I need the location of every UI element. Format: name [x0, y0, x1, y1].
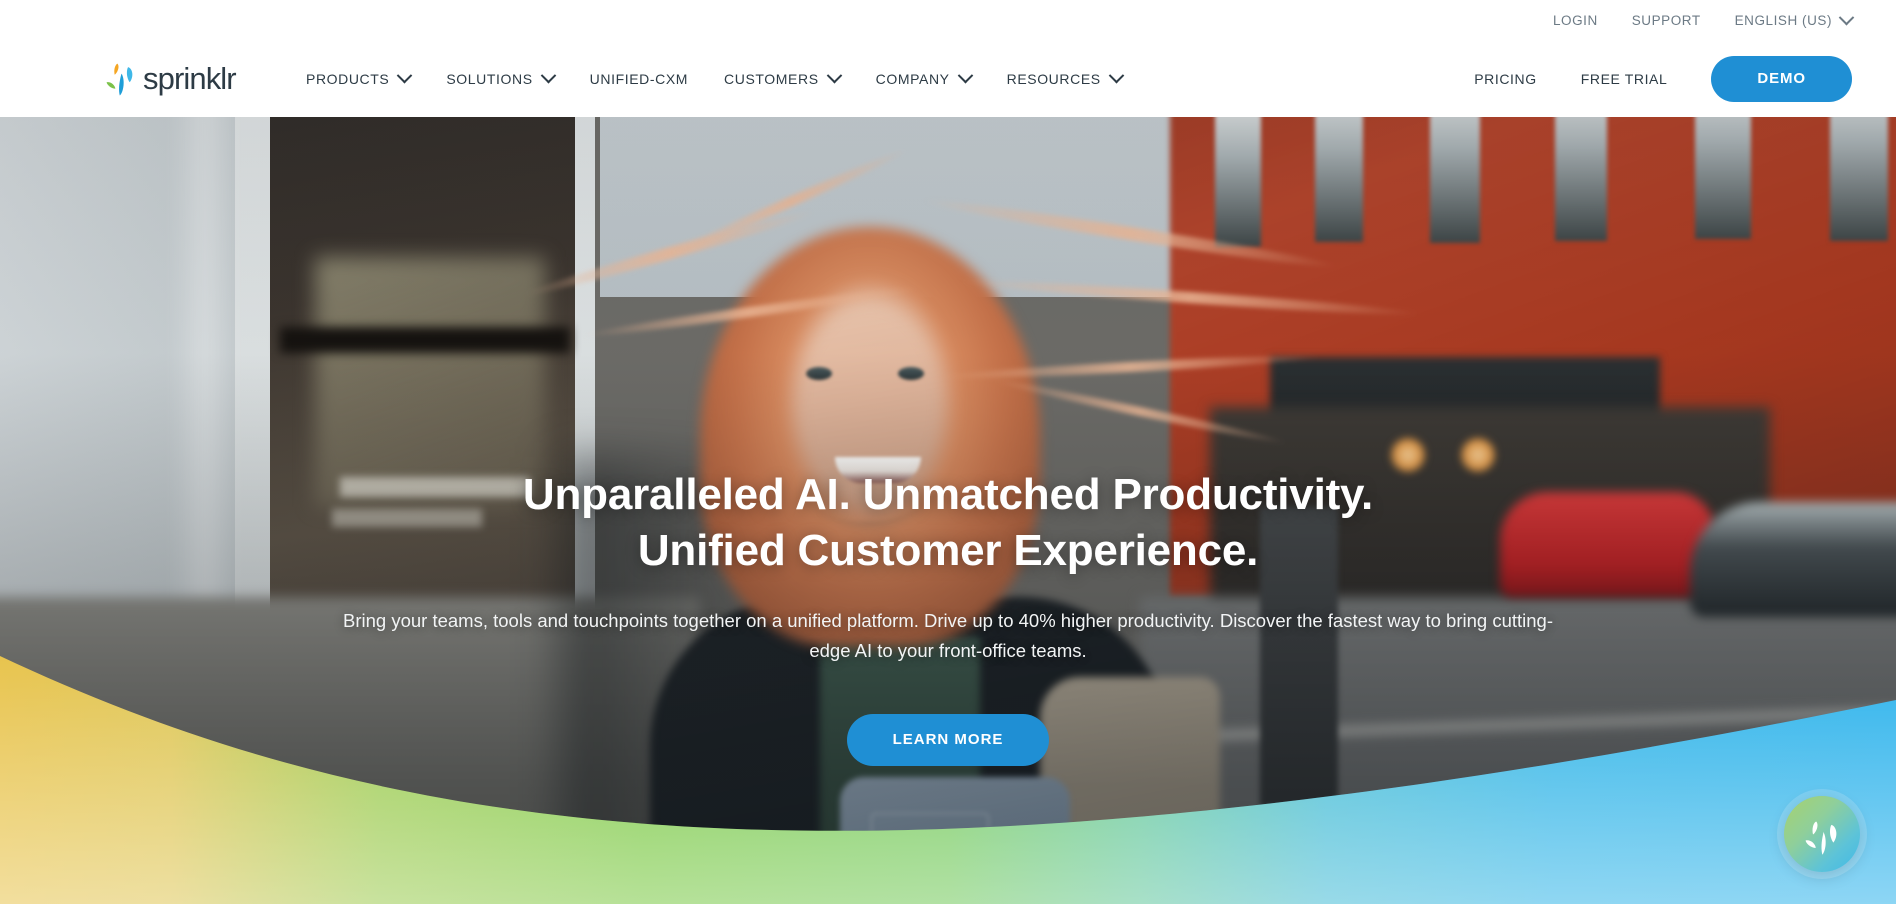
sprinklr-logo-wordmark: sprinklr	[143, 61, 237, 96]
chat-widget-button[interactable]	[1784, 796, 1860, 872]
hero-subtitle: Bring your teams, tools and touchpoints …	[343, 609, 1553, 661]
sprinklr-splash-logo-icon	[106, 63, 133, 95]
site-header: LOGIN SUPPORT ENGLISH (US) sprinklr PROD…	[0, 0, 1896, 117]
chevron-down-icon	[957, 67, 973, 84]
nav-item-label: SOLUTIONS	[446, 70, 533, 87]
pricing-link[interactable]: PRICING	[1452, 71, 1559, 87]
nav-item-company[interactable]: COMPANY	[858, 67, 989, 87]
hero-headline-line-2: Unified Customer Experience.	[637, 526, 1259, 576]
nav-item-label: RESOURCES	[1006, 70, 1101, 87]
primary-navigation: PRODUCTS SOLUTIONS UNIFIED-CXM CUSTOMERS…	[288, 67, 1140, 87]
nav-item-customers[interactable]: CUSTOMERS	[706, 67, 858, 87]
hero-section: Unparalleled AI. Unmatched Productivity.…	[0, 117, 1896, 904]
nav-item-products[interactable]: PRODUCTS	[288, 67, 428, 87]
main-nav-row: sprinklr PRODUCTS SOLUTIONS UNIFIED-CXM …	[0, 40, 1896, 117]
hero-content: Unparalleled AI. Unmatched Productivity.…	[0, 117, 1896, 904]
language-selector[interactable]: ENGLISH (US)	[1734, 9, 1855, 28]
chevron-down-icon	[826, 67, 842, 84]
language-selector-label: ENGLISH (US)	[1734, 12, 1832, 28]
demo-button[interactable]: DEMO	[1711, 55, 1852, 102]
hero-headline: Unparalleled AI. Unmatched Productivity.…	[523, 467, 1373, 580]
chevron-down-icon	[1108, 67, 1124, 84]
chevron-down-icon	[397, 67, 413, 84]
utility-link-support[interactable]: SUPPORT	[1632, 13, 1701, 28]
nav-item-label: COMPANY	[875, 70, 950, 87]
utility-bar: LOGIN SUPPORT ENGLISH (US)	[1553, 0, 1855, 40]
nav-item-resources[interactable]: RESOURCES	[989, 67, 1140, 87]
sprinklr-logo-link[interactable]: sprinklr	[104, 60, 237, 98]
utility-link-login[interactable]: LOGIN	[1553, 13, 1598, 28]
nav-item-unified-cxm[interactable]: UNIFIED-CXM	[572, 71, 706, 87]
sprinklr-splash-icon	[1805, 821, 1837, 855]
free-trial-link[interactable]: FREE TRIAL	[1559, 71, 1690, 87]
chevron-down-icon	[540, 67, 556, 84]
learn-more-button[interactable]: LEARN MORE	[846, 713, 1050, 766]
nav-item-solutions[interactable]: SOLUTIONS	[428, 67, 571, 87]
chevron-down-icon	[1838, 9, 1855, 25]
nav-item-label: UNIFIED-CXM	[589, 70, 689, 87]
nav-actions: PRICING FREE TRIAL DEMO	[1452, 55, 1852, 102]
nav-item-label: CUSTOMERS	[724, 70, 819, 87]
nav-item-label: PRODUCTS	[306, 70, 390, 87]
hero-headline-line-1: Unparalleled AI. Unmatched Productivity.	[522, 470, 1374, 519]
